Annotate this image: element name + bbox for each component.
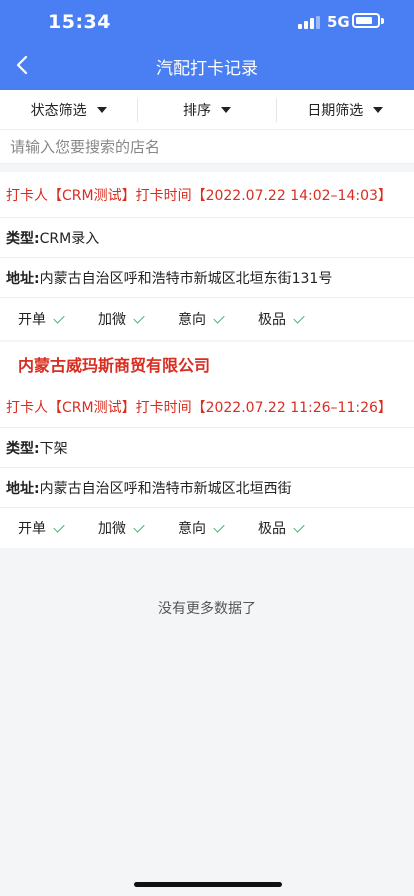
tag-item: 加微	[98, 518, 178, 538]
caret-down-icon	[220, 106, 231, 113]
network-label: 5G	[327, 13, 350, 31]
battery-level	[356, 17, 372, 24]
caret-down-icon	[373, 106, 384, 113]
nav-bar: 汽配打卡记录	[0, 44, 414, 90]
check-icon	[293, 520, 305, 533]
checkin-info: 打卡人【CRM测试】打卡时间【2022.07.22 14:02–14:03】	[6, 187, 392, 204]
type-value: CRM录入	[39, 230, 100, 247]
filter-bar: 状态筛选 排序 日期筛选	[0, 90, 414, 130]
check-icon	[293, 311, 305, 324]
no-more-text: 没有更多数据了	[158, 601, 256, 617]
type-row: 类型: CRM录入	[0, 218, 414, 258]
battery-icon	[352, 13, 380, 28]
tag-item: 加微	[98, 309, 178, 329]
page-title: 汽配打卡记录	[156, 59, 258, 79]
tag-item: 开单	[18, 518, 98, 538]
filter-date-label: 日期筛选	[307, 102, 364, 119]
tags-row: 开单 加微 意向 极品	[0, 298, 414, 340]
tag-item: 意向	[178, 518, 258, 538]
check-icon	[213, 311, 225, 324]
check-icon	[53, 311, 65, 324]
filter-sort[interactable]: 排序	[137, 97, 275, 122]
tag-item: 意向	[178, 309, 258, 329]
filter-sort-label: 排序	[182, 102, 211, 119]
tag-item: 极品	[258, 309, 338, 329]
type-value: 下架	[39, 440, 68, 457]
address-label: 地址:	[6, 480, 40, 497]
check-icon	[133, 520, 145, 533]
store-name: 内蒙古威玛斯商贸有限公司	[18, 356, 211, 375]
check-icon	[53, 520, 65, 533]
battery-tip	[381, 18, 384, 24]
checkin-row: 打卡人【CRM测试】打卡时间【2022.07.22 14:02–14:03】	[0, 172, 414, 218]
address-value: 内蒙古自治区呼和浩特市新城区北垣东街131号	[39, 270, 333, 287]
store-name-row: 内蒙古威玛斯商贸有限公司	[0, 342, 414, 386]
address-label: 地址:	[6, 270, 40, 287]
type-label: 类型:	[6, 230, 40, 247]
filter-date[interactable]: 日期筛选	[275, 97, 414, 122]
address-value: 内蒙古自治区呼和浩特市新城区北垣西街	[39, 480, 292, 497]
check-icon	[213, 520, 225, 533]
type-row: 类型: 下架	[0, 428, 414, 468]
status-bar: 15:34 5G	[0, 0, 414, 44]
checkin-info: 打卡人【CRM测试】打卡时间【2022.07.22 11:26–11:26】	[6, 399, 392, 416]
address-row: 地址: 内蒙古自治区呼和浩特市新城区北垣西街	[0, 468, 414, 508]
check-icon	[133, 311, 145, 324]
record-card-2[interactable]: 内蒙古威玛斯商贸有限公司 打卡人【CRM测试】打卡时间【2022.07.22 1…	[0, 342, 414, 548]
tag-item: 极品	[258, 518, 338, 538]
filter-status-label: 状态筛选	[30, 102, 87, 119]
address-row: 地址: 内蒙古自治区呼和浩特市新城区北垣东街131号	[0, 258, 414, 298]
home-indicator	[134, 882, 282, 887]
search-input[interactable]	[0, 130, 414, 163]
caret-down-icon	[96, 106, 107, 113]
tags-row: 开单 加微 意向 极品	[0, 508, 414, 548]
tag-item: 开单	[18, 309, 98, 329]
search-bar	[0, 130, 414, 164]
status-time: 15:34	[48, 11, 111, 33]
record-card-1[interactable]: 打卡人【CRM测试】打卡时间【2022.07.22 14:02–14:03】 类…	[0, 172, 414, 340]
type-label: 类型:	[6, 440, 40, 457]
signal-icon	[298, 16, 320, 29]
app-header: 15:34 5G 汽配打卡记录	[0, 0, 414, 90]
checkin-row: 打卡人【CRM测试】打卡时间【2022.07.22 11:26–11:26】	[0, 386, 414, 428]
filter-status[interactable]: 状态筛选	[0, 98, 137, 122]
